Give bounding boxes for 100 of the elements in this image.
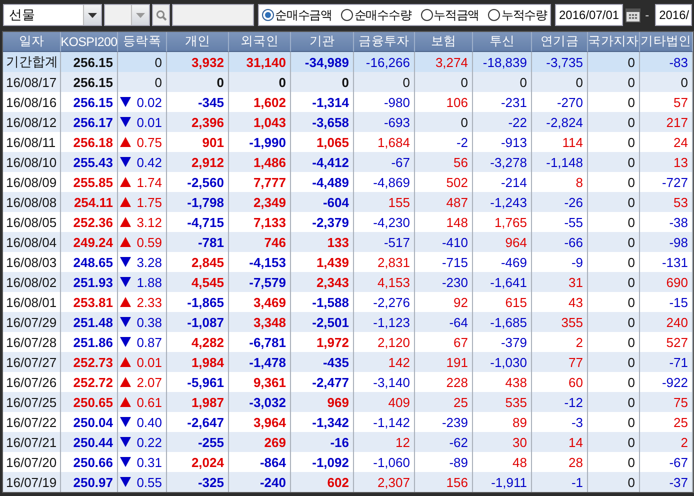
index-cell: 256.15 [61,52,118,72]
caret-icon [88,12,97,18]
table-cell: 191 [415,352,473,372]
table-cell: -1,478 [229,352,291,372]
table-cell: -66 [532,232,588,252]
index-cell: 256.15 [61,72,118,92]
table-cell: 31 [532,272,588,292]
change-value: 1.74 [136,174,162,190]
table-cell: -37 [640,472,693,492]
table-cell: -12 [532,392,588,412]
table-cell: -255 [167,432,229,452]
date-cell: 16/07/21 [3,432,61,452]
table-cell: -3,658 [291,112,354,132]
change-value: 0.75 [136,134,162,150]
end-date-field[interactable]: 2016/ [655,4,692,26]
column-header: 보험 [415,32,473,52]
index-cell: 250.44 [61,432,118,452]
market-dropdown[interactable]: 선물 [3,4,102,26]
table-cell: 14 [532,432,588,452]
table-cell: 155 [354,192,415,212]
change-value: 0.42 [136,154,162,170]
code-dropdown[interactable] [104,4,150,26]
table-cell: 0 [415,72,473,92]
table-cell: -1,030 [473,352,532,372]
table-cell: 2,343 [291,272,354,292]
table-cell: -16 [291,432,354,452]
table-cell: -1,911 [473,472,532,492]
table-cell: -1 [532,472,588,492]
table-cell: -18,839 [473,52,532,72]
table-cell: -1,123 [354,312,415,332]
table-cell: 12 [354,432,415,452]
table-cell: 13 [640,152,693,172]
table-cell: -604 [291,192,354,212]
change-value: 0.01 [136,354,162,370]
table-cell: 0 [588,52,640,72]
table-cell: 0 [588,112,640,132]
table-cell: -4,412 [291,152,354,172]
start-date-field[interactable]: 2016/07/01 [555,4,624,26]
table-cell: 690 [640,272,693,292]
up-triangle-icon [120,177,131,187]
index-cell: 255.43 [61,152,118,172]
index-cell: 252.73 [61,352,118,372]
table-cell: 2,349 [229,192,291,212]
table-cell: 133 [291,232,354,252]
change-value: 0 [154,74,162,90]
index-cell: 249.24 [61,232,118,252]
table-cell: 25 [415,392,473,412]
change-value: 0.38 [136,314,162,330]
column-header: KOSPI200 [61,32,118,52]
table-cell: 2 [640,432,693,452]
table-cell: 142 [354,352,415,372]
radio-option[interactable]: 순매수수량 [341,6,412,24]
radio-option[interactable]: 누적수량 [488,6,547,24]
change-value: 0.61 [136,394,162,410]
table-cell: -1,798 [167,192,229,212]
table-cell: 3,932 [167,52,229,72]
table-cell: 0 [588,152,640,172]
date-cell: 16/07/19 [3,472,61,492]
index-cell: 250.65 [61,392,118,412]
table-cell: 30 [473,432,532,452]
table-cell: -62 [415,432,473,452]
index-cell: 251.48 [61,312,118,332]
search-button[interactable] [152,4,170,26]
date-cell: 16/08/17 [3,72,61,92]
index-cell: 251.93 [61,272,118,292]
name-field[interactable] [172,4,254,26]
table-cell: -34,989 [291,52,354,72]
table-cell: -435 [291,352,354,372]
table-cell: -693 [354,112,415,132]
table-cell: -230 [415,272,473,292]
table-cell: 969 [291,392,354,412]
table-cell: 0 [588,312,640,332]
down-triangle-icon [120,457,131,467]
down-triangle-icon [120,117,131,127]
table-cell: 1,486 [229,152,291,172]
up-triangle-icon [120,297,131,307]
date-cell: 16/07/25 [3,392,61,412]
table-cell: 602 [291,472,354,492]
radio-option[interactable]: 누적금액 [420,6,480,24]
radio-option[interactable]: 순매수금액 [262,6,332,24]
table-cell: 31,140 [229,52,291,72]
table-cell: -781 [167,232,229,252]
table-cell: 217 [640,112,693,132]
table-cell: 0 [354,72,415,92]
change-value: 3.12 [136,214,162,230]
table-cell: -22 [473,112,532,132]
table-cell: -2,824 [532,112,588,132]
column-header: 연기금 [532,32,588,52]
calendar-icon[interactable] [625,7,642,23]
table-cell: 0 [588,352,640,372]
column-header: 국가지자 [588,32,640,52]
table-cell: 0 [588,232,640,252]
table-cell: -26 [532,192,588,212]
table-cell: -1,641 [473,272,532,292]
table-cell: 487 [415,192,473,212]
table-cell: -3,278 [473,152,532,172]
table-cell: 2,912 [167,152,229,172]
table-cell: 0 [588,472,640,492]
table-cell: 746 [229,232,291,252]
table-cell: 4,153 [354,272,415,292]
